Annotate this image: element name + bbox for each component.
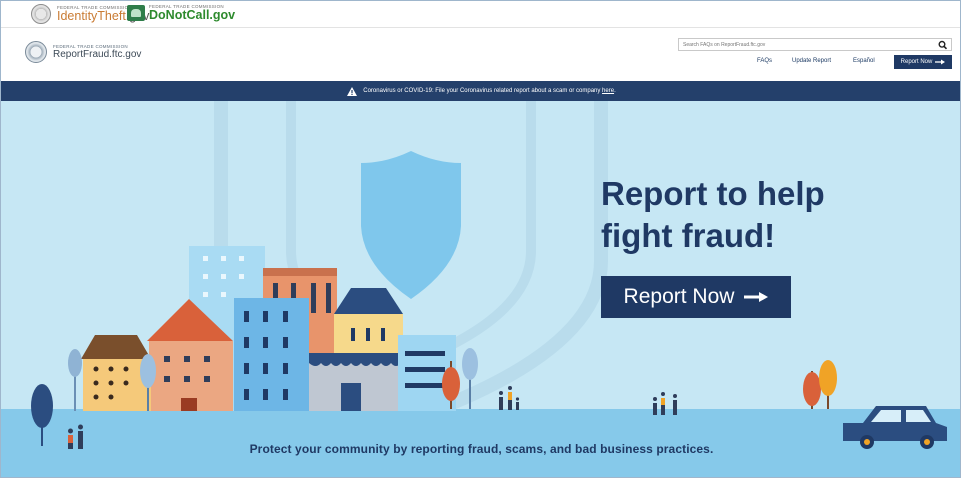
search-box (678, 38, 952, 51)
banner-text: Coronavirus or COVID-19: File your Coron… (363, 88, 601, 94)
banner-here-link[interactable]: here (602, 88, 614, 94)
hero-title: Report to help fight fraud! (601, 173, 901, 257)
identitytheft-name: IdentityTheft (57, 9, 126, 23)
covid-banner: Coronavirus or COVID-19: File your Coron… (1, 81, 960, 101)
nav-espanol[interactable]: Español (853, 58, 875, 64)
search-input[interactable] (679, 39, 934, 50)
header-report-now-label: Report Now (900, 59, 933, 65)
hero-illustration (1, 101, 960, 477)
search-icon (938, 40, 948, 50)
hero-title-line1: Report to help (601, 175, 825, 212)
header-report-now-button[interactable]: Report Now (894, 55, 952, 69)
banner-end: . (614, 88, 616, 94)
site-logo-link[interactable]: FEDERAL TRADE COMMISSION ReportFraud.ftc… (25, 41, 141, 63)
utility-bar: FEDERAL TRADE COMMISSION IdentityTheft.g… (1, 1, 960, 28)
hero-title-line2: fight fraud! (601, 217, 776, 254)
arrow-right-icon (744, 292, 769, 302)
search-button[interactable] (937, 40, 949, 50)
browser-viewport: FEDERAL TRADE COMMISSION IdentityTheft.g… (0, 0, 961, 478)
donotcall-link[interactable]: FEDERAL TRADE COMMISSION DoNotCall.gov (127, 4, 235, 22)
site-header: FEDERAL TRADE COMMISSION ReportFraud.ftc… (1, 28, 960, 81)
donotcall-name: DoNotCall.gov (149, 8, 236, 22)
warning-icon (347, 86, 358, 96)
site-name: ReportFraud.ftc.gov (53, 48, 142, 60)
hero-report-now-label: Report Now (623, 285, 735, 308)
arrow-right-icon (935, 59, 946, 65)
nav-faqs[interactable]: FAQs (757, 58, 772, 64)
ftc-seal-icon (25, 41, 47, 63)
ftc-seal-icon (31, 4, 51, 24)
nav-update-report[interactable]: Update Report (792, 58, 831, 64)
hero-section: Report to help fight fraud! Report Now P… (1, 101, 960, 477)
donotcall-logo-icon (127, 5, 145, 21)
hero-report-now-button[interactable]: Report Now (601, 276, 791, 318)
hero-subtitle: Protect your community by reporting frau… (249, 442, 714, 456)
